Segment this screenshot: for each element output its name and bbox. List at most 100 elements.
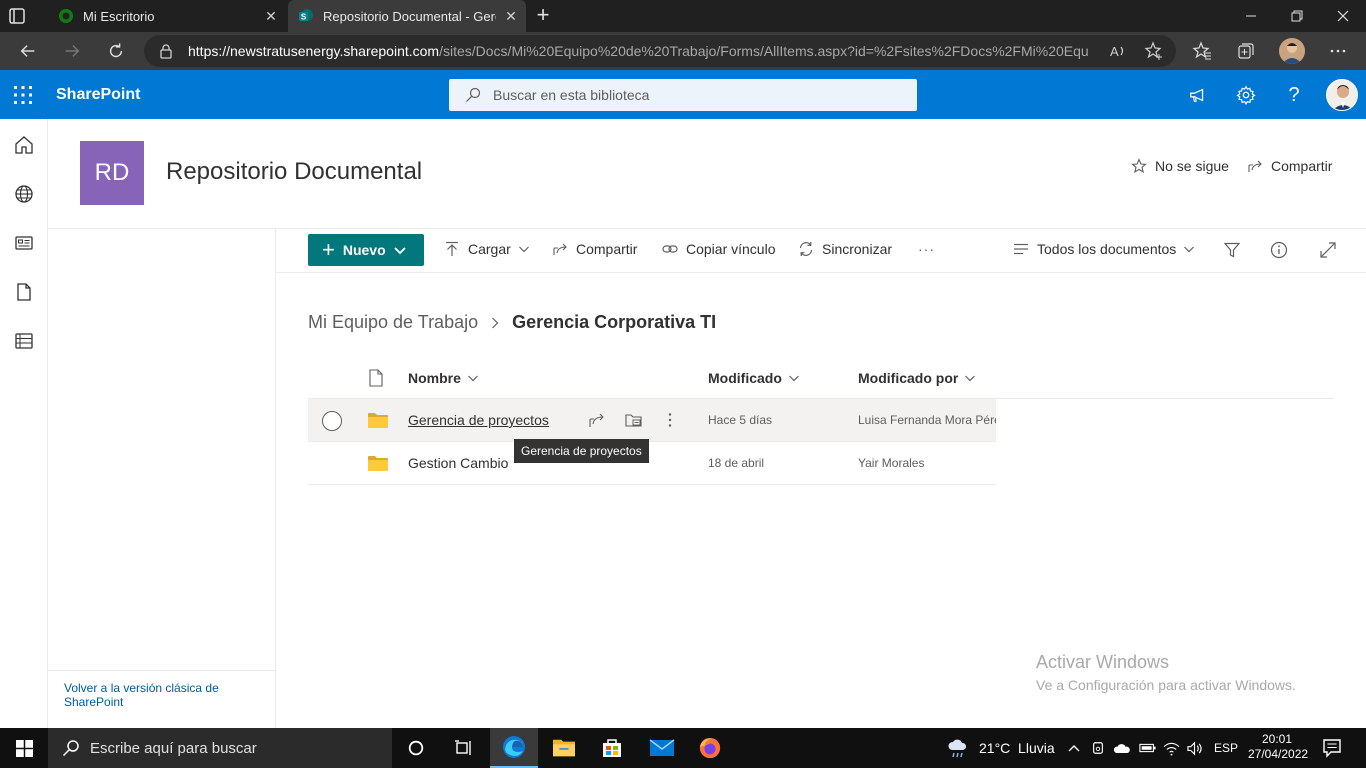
star-icon: [1131, 158, 1147, 174]
search-input[interactable]: [493, 79, 893, 111]
list-row[interactable]: Gerencia de proyectos Hace 5 días Luisa …: [308, 399, 996, 442]
upload-button[interactable]: Cargar: [444, 241, 529, 257]
breadcrumb-parent[interactable]: Mi Equipo de Trabajo: [308, 312, 478, 333]
chevron-down-icon: [788, 375, 799, 382]
add-favorite-icon[interactable]: [1144, 41, 1164, 61]
tab-close-button[interactable]: ✕: [256, 8, 286, 25]
address-bar[interactable]: https://newstratusenergy.sharepoint.com/…: [144, 35, 1176, 67]
cortana-icon[interactable]: [392, 728, 440, 768]
row-select-checkbox[interactable]: [322, 411, 342, 431]
taskbar-clock[interactable]: 20:01 27/04/2022: [1248, 732, 1308, 762]
battery-icon[interactable]: [1139, 728, 1157, 768]
share-label: Compartir: [1271, 158, 1333, 174]
library-search[interactable]: [449, 79, 917, 111]
onedrive-icon[interactable]: [1113, 728, 1131, 768]
refresh-button[interactable]: [104, 39, 128, 63]
share-icon: [1248, 160, 1262, 172]
folder-name-link[interactable]: Gerencia de proyectos: [408, 412, 549, 428]
news-icon[interactable]: [14, 233, 34, 253]
more-commands-button[interactable]: ···: [918, 241, 935, 257]
taskbar-search[interactable]: Escribe aquí para buscar: [48, 728, 392, 768]
file-explorer-icon[interactable]: [540, 728, 588, 768]
weather-widget[interactable]: 21°C Lluvia: [946, 728, 1055, 768]
filter-icon[interactable]: [1223, 241, 1241, 259]
close-window-button[interactable]: [1320, 0, 1366, 32]
info-icon[interactable]: [1270, 241, 1288, 259]
browser-profile-avatar[interactable]: [1279, 38, 1305, 64]
wifi-icon[interactable]: [1163, 728, 1180, 768]
show-hidden-icons-button[interactable]: [1067, 728, 1081, 768]
read-aloud-icon[interactable]: A: [1108, 41, 1128, 61]
files-icon[interactable]: [14, 282, 34, 302]
help-icon[interactable]: ?: [1283, 84, 1305, 106]
follow-button[interactable]: No se sigue: [1131, 158, 1229, 174]
url-text[interactable]: https://newstratusenergy.sharepoint.com/…: [188, 43, 1088, 59]
tab-close-button[interactable]: ✕: [496, 8, 526, 25]
tab-repositorio-documental[interactable]: S Repositorio Documental - Gerencia Corp…: [288, 0, 526, 32]
share-command-button[interactable]: Compartir: [552, 241, 637, 257]
firefox-icon[interactable]: [686, 728, 734, 768]
edge-taskbar-icon[interactable]: [490, 728, 538, 768]
classic-view-link[interactable]: Volver a la versión clásica de SharePoin…: [48, 670, 276, 728]
new-button[interactable]: + Nuevo: [308, 234, 424, 266]
minimize-button[interactable]: [1228, 0, 1274, 32]
sync-button[interactable]: Sincronizar: [798, 241, 892, 257]
more-actions-icon[interactable]: [661, 411, 679, 429]
collections-icon[interactable]: [1234, 39, 1258, 63]
folder-name-tooltip: Gerencia de proyectos: [514, 439, 649, 463]
favorites-icon[interactable]: [1190, 39, 1214, 63]
escritorio-favicon-icon: [59, 9, 73, 23]
column-header-modified[interactable]: Modificado: [708, 370, 799, 386]
new-tab-button[interactable]: +: [532, 4, 554, 27]
globe-icon[interactable]: [14, 184, 34, 204]
copy-link-button[interactable]: Copiar vínculo: [662, 241, 776, 257]
weather-text: 21°C Lluvia: [979, 740, 1055, 756]
modified-by[interactable]: Yair Morales: [858, 456, 996, 470]
view-selector[interactable]: Todos los documentos: [1013, 241, 1195, 257]
microsoft-store-icon[interactable]: [588, 728, 636, 768]
back-button[interactable]: [16, 39, 40, 63]
chevron-down-icon: [1184, 246, 1195, 253]
tab-actions-icon[interactable]: [8, 7, 26, 25]
share-icon[interactable]: [588, 411, 606, 429]
clock-time: 20:01: [1261, 732, 1293, 746]
folder-activity-icon[interactable]: [625, 411, 643, 429]
device-icon[interactable]: [1091, 728, 1105, 768]
start-button[interactable]: [0, 728, 48, 768]
input-language[interactable]: ESP: [1214, 728, 1238, 768]
column-header-name[interactable]: Nombre: [408, 370, 478, 386]
lists-icon[interactable]: [14, 331, 34, 351]
site-share-button[interactable]: Compartir: [1247, 158, 1332, 174]
settings-gear-icon[interactable]: [1235, 84, 1257, 106]
volume-icon[interactable]: [1186, 728, 1203, 768]
notifications-icon[interactable]: [1322, 738, 1342, 758]
app-launcher-icon[interactable]: [14, 86, 32, 104]
breadcrumb-current[interactable]: Gerencia Corporativa TI: [512, 312, 716, 333]
folder-icon: [368, 456, 388, 471]
sharepoint-brand[interactable]: SharePoint: [56, 86, 140, 104]
folder-name-link[interactable]: Gestion Cambio: [408, 455, 508, 471]
lock-icon[interactable]: [158, 43, 174, 59]
new-label: Nuevo: [342, 242, 386, 258]
mail-icon[interactable]: [638, 728, 686, 768]
modified-by[interactable]: Luisa Fernanda Mora Pérez: [858, 413, 996, 427]
news-megaphone-icon[interactable]: [1187, 84, 1209, 106]
search-icon: [62, 740, 79, 757]
site-logo[interactable]: RD: [80, 141, 144, 205]
column-header-modified-by[interactable]: Modificado por: [858, 370, 976, 386]
list-row[interactable]: Gestion Cambio 18 de abril Yair Morales: [308, 442, 996, 485]
task-view-icon[interactable]: [440, 728, 488, 768]
restore-button[interactable]: [1274, 0, 1320, 32]
home-icon[interactable]: [14, 135, 34, 155]
browser-tabstrip: Mi Escritorio ✕ S Repositorio Documental…: [0, 0, 1366, 32]
svg-text:S: S: [301, 13, 307, 22]
expand-icon[interactable]: [1319, 241, 1337, 259]
file-type-header-icon[interactable]: [368, 369, 384, 387]
tab-mi-escritorio[interactable]: Mi Escritorio ✕: [48, 0, 286, 32]
settings-and-more-icon[interactable]: [1326, 39, 1350, 63]
chevron-up-icon: [1068, 745, 1080, 752]
forward-button[interactable]: [60, 39, 84, 63]
site-title[interactable]: Repositorio Documental: [166, 158, 422, 186]
column-name-label: Nombre: [408, 370, 461, 386]
user-avatar[interactable]: [1326, 79, 1358, 111]
